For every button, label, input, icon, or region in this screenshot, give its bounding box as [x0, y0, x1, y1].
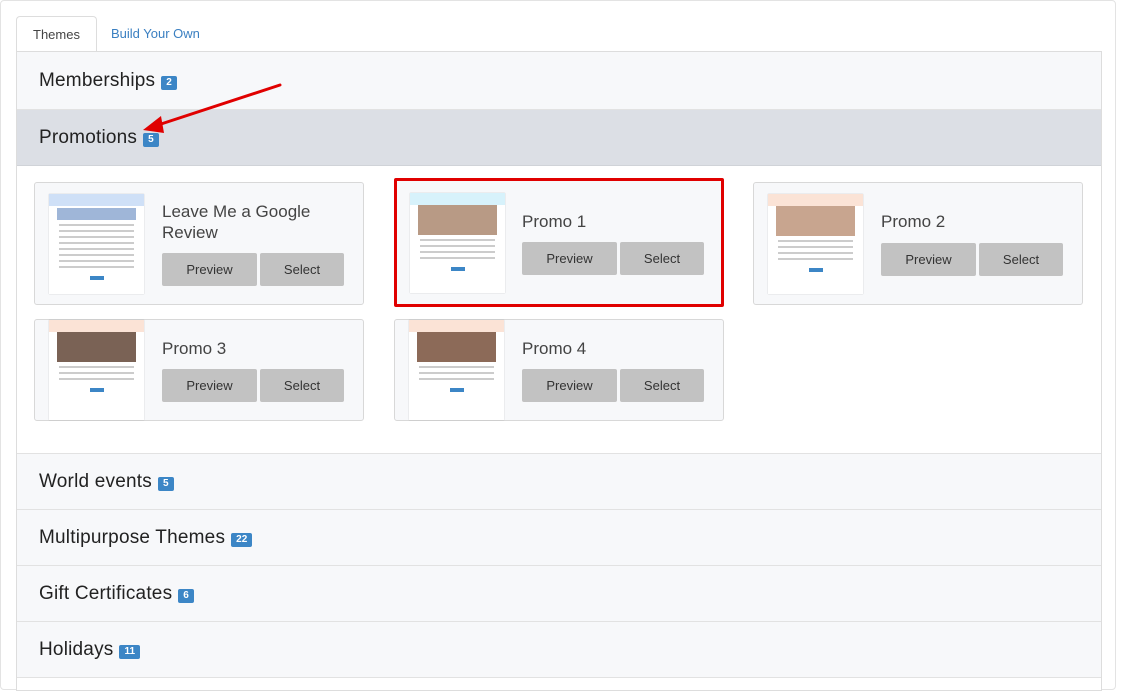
- tab-build-your-own[interactable]: Build Your Own: [97, 16, 214, 52]
- template-card-promo-1: Promo 1 Preview Select: [394, 178, 724, 307]
- preview-button[interactable]: Preview: [522, 369, 617, 402]
- count-badge: 5: [143, 132, 159, 147]
- template-thumbnail[interactable]: [410, 193, 505, 293]
- section-multipurpose-themes[interactable]: Multipurpose Themes 22: [17, 510, 1101, 566]
- select-button[interactable]: Select: [979, 243, 1063, 276]
- template-card-google-review: Leave Me a Google Review Preview Select: [34, 182, 364, 305]
- preview-button[interactable]: Preview: [881, 243, 976, 276]
- section-title: Gift Certificates: [39, 582, 173, 604]
- template-card-promo-4: Promo 4 Preview Select: [394, 319, 724, 421]
- preview-button[interactable]: Preview: [522, 242, 617, 275]
- select-button[interactable]: Select: [260, 253, 344, 286]
- section-holidays[interactable]: Holidays 11: [17, 622, 1101, 678]
- section-title: World events: [39, 470, 152, 492]
- count-badge: 6: [178, 588, 194, 603]
- section-title: Holidays: [39, 638, 114, 660]
- section-promotions[interactable]: Promotions 5: [17, 110, 1101, 166]
- template-thumbnail[interactable]: [768, 194, 863, 294]
- template-card-promo-3: Promo 3 Preview Select: [34, 319, 364, 421]
- template-title: Promo 3: [162, 339, 227, 358]
- count-badge: 5: [157, 476, 174, 491]
- template-thumbnail[interactable]: [49, 320, 144, 420]
- template-title: Leave Me a Google Review: [162, 202, 311, 242]
- section-gift-certificates[interactable]: Gift Certificates 6: [17, 566, 1101, 622]
- section-world-events[interactable]: World events 5: [17, 454, 1101, 510]
- template-title: Promo 2: [881, 212, 946, 231]
- tab-bar: Themes Build Your Own: [16, 15, 214, 52]
- template-title: Promo 4: [522, 339, 587, 358]
- section-title: Promotions: [39, 126, 138, 148]
- themes-panel: Memberships 2 Promotions 5 Leave Me a Go…: [16, 51, 1102, 691]
- template-thumbnail[interactable]: [409, 320, 504, 420]
- tab-themes[interactable]: Themes: [16, 16, 97, 52]
- template-card-promo-2: Promo 2 Preview Select: [753, 182, 1083, 305]
- count-badge: 11: [119, 644, 141, 659]
- count-badge: 22: [231, 532, 253, 547]
- section-title: Memberships: [39, 69, 156, 91]
- select-button[interactable]: Select: [620, 369, 704, 402]
- count-badge: 2: [161, 75, 177, 90]
- promotions-templates: Leave Me a Google Review Preview Select …: [17, 166, 1101, 454]
- section-title: Multipurpose Themes: [39, 526, 226, 548]
- preview-button[interactable]: Preview: [162, 253, 257, 286]
- preview-button[interactable]: Preview: [162, 369, 257, 402]
- template-thumbnail[interactable]: [49, 194, 144, 294]
- select-button[interactable]: Select: [620, 242, 704, 275]
- section-memberships[interactable]: Memberships 2: [17, 52, 1101, 110]
- template-title: Promo 1: [522, 212, 587, 231]
- select-button[interactable]: Select: [260, 369, 344, 402]
